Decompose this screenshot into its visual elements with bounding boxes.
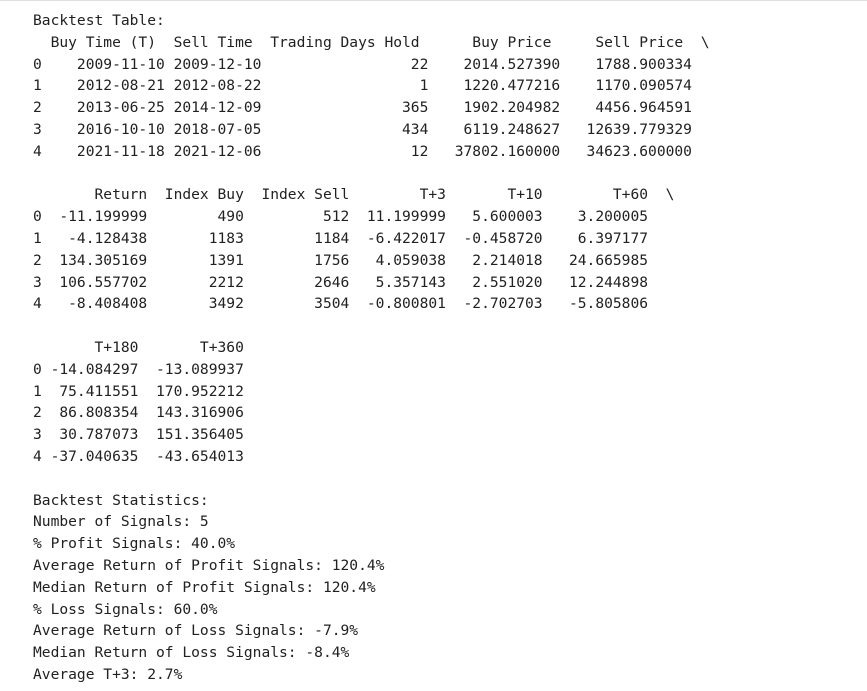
- table1-row: 3 2016-10-10 2018-07-05 434 6119.248627 …: [33, 120, 710, 138]
- stats-line: % Profit Signals: 40.0%: [33, 535, 236, 553]
- cell-output: Backtest Table: Buy Time (T) Sell Time T…: [33, 10, 710, 686]
- cell-top-border: [0, 0, 867, 1]
- table2-row: 1 -4.128438 1183 1184 -6.422017 -0.45872…: [33, 229, 666, 247]
- table2-row: 3 106.557702 2212 2646 5.357143 2.551020…: [33, 273, 666, 291]
- table3-row: 1 75.411551 170.952212: [33, 382, 244, 400]
- table1-row: 0 2009-11-10 2009-12-10 22 2014.527390 1…: [33, 55, 710, 73]
- stats-title: Backtest Statistics:: [33, 491, 209, 509]
- table1-header: Buy Time (T) Sell Time Trading Days Hold…: [33, 33, 710, 51]
- stats-line: Average T+3: 2.7%: [33, 665, 183, 683]
- stats-line: Average Return of Loss Signals: -7.9%: [33, 622, 359, 640]
- table3-row: 2 86.808354 143.316906: [33, 404, 244, 422]
- table3-row: 4 -37.040635 -43.654013: [33, 447, 244, 465]
- table3-row: 0 -14.084297 -13.089937: [33, 360, 244, 378]
- stats-line: Median Return of Loss Signals: -8.4%: [33, 644, 350, 662]
- table1-row: 1 2012-08-21 2012-08-22 1 1220.477216 11…: [33, 77, 710, 95]
- table-title: Backtest Table:: [33, 12, 165, 29]
- table3-header: T+180 T+360: [33, 338, 244, 356]
- stats-line: Number of Signals: 5: [33, 513, 209, 531]
- stats-line: Average Return of Profit Signals: 120.4%: [33, 556, 385, 574]
- table1-row: 2 2013-06-25 2014-12-09 365 1902.204982 …: [33, 99, 710, 117]
- table2-row: 2 134.305169 1391 1756 4.059038 2.214018…: [33, 251, 666, 269]
- table3-row: 3 30.787073 151.356405: [33, 426, 244, 444]
- stats-line: Median Return of Profit Signals: 120.4%: [33, 578, 376, 596]
- table2-header: Return Index Buy Index Sell T+3 T+10 T+6…: [33, 186, 675, 204]
- table2-row: 0 -11.199999 490 512 11.199999 5.600003 …: [33, 208, 666, 226]
- stats-line: % Loss Signals: 60.0%: [33, 600, 218, 618]
- table2-row: 4 -8.408408 3492 3504 -0.800801 -2.70270…: [33, 295, 666, 313]
- table1-row: 4 2021-11-18 2021-12-06 12 37802.160000 …: [33, 142, 710, 160]
